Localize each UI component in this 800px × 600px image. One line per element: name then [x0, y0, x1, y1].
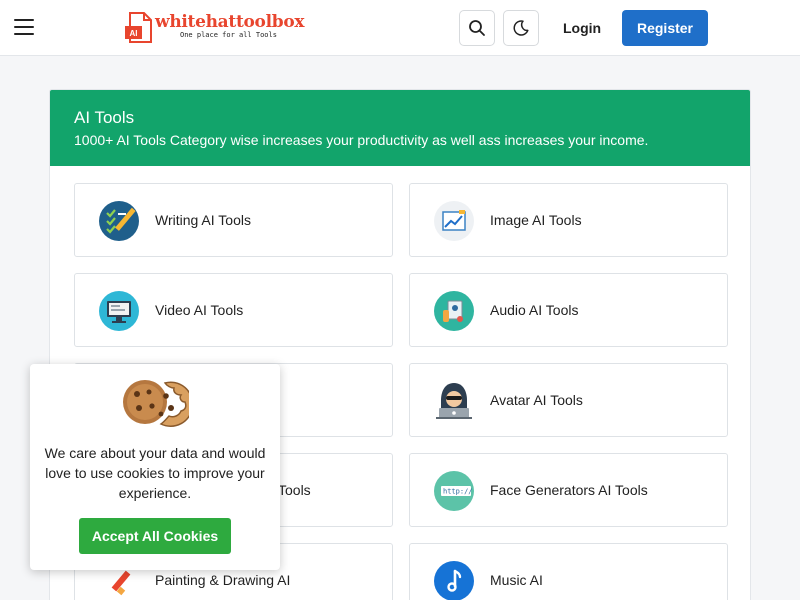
tile-music-ai[interactable]: Music AI [409, 543, 728, 600]
svg-text:http://: http:// [443, 488, 473, 496]
tile-label: Video AI Tools [155, 302, 244, 318]
image-chart-icon [434, 201, 474, 241]
logo-name: whitehattoolbox [155, 12, 305, 32]
music-note-icon [434, 561, 474, 600]
dark-mode-toggle[interactable] [503, 10, 539, 46]
cookie-message: We care about your data and would love t… [44, 445, 266, 501]
tile-label: Tools [278, 482, 311, 498]
tile-label: Image AI Tools [490, 212, 582, 228]
logo-badge-icon: AI [125, 12, 152, 43]
tile-writing-ai-tools[interactable]: Writing AI Tools [74, 183, 393, 257]
accept-cookies-button[interactable]: Accept All Cookies [79, 518, 231, 554]
search-button[interactable] [459, 10, 495, 46]
monitor-icon [99, 291, 139, 331]
hacker-avatar-icon [436, 383, 472, 419]
section-subtitle: 1000+ AI Tools Category wise increases y… [74, 132, 649, 148]
moon-icon [513, 20, 529, 36]
hamburger-menu-icon[interactable] [14, 18, 34, 36]
tile-label: Avatar AI Tools [490, 392, 583, 408]
tile-image-ai-tools[interactable]: Image AI Tools [409, 183, 728, 257]
logo-tagline: One place for all Tools [180, 31, 277, 39]
tile-label: Music AI [490, 572, 543, 588]
browser-url-icon: http:// [434, 471, 474, 511]
tile-avatar-ai-tools[interactable]: Avatar AI Tools [409, 363, 728, 437]
tile-label: Audio AI Tools [490, 302, 579, 318]
cookie-icon [123, 380, 189, 427]
ai-tools-card-header: AI Tools 1000+ AI Tools Category wise in… [50, 90, 750, 166]
tile-audio-ai-tools[interactable]: Audio AI Tools [409, 273, 728, 347]
tile-label: Writing AI Tools [155, 212, 251, 228]
tile-label: Painting & Drawing AI [155, 572, 291, 588]
section-title: AI Tools [74, 108, 135, 127]
audio-icon [434, 291, 474, 331]
tile-video-ai-tools[interactable]: Video AI Tools [74, 273, 393, 347]
site-logo[interactable]: AI whitehattoolbox One place for all Too… [124, 11, 305, 45]
tile-label: Face Generators AI Tools [490, 482, 648, 498]
top-navbar: AI whitehattoolbox One place for all Too… [0, 0, 800, 56]
tile-face-generators-ai-tools[interactable]: http:// Face Generators AI Tools [409, 453, 728, 527]
login-link[interactable]: Login [563, 20, 601, 36]
writing-checklist-icon [99, 201, 139, 241]
search-icon [469, 20, 485, 36]
cookie-consent-banner: We care about your data and would love t… [30, 364, 280, 570]
register-button[interactable]: Register [622, 10, 708, 46]
logo-badge-text: AI [130, 29, 138, 38]
